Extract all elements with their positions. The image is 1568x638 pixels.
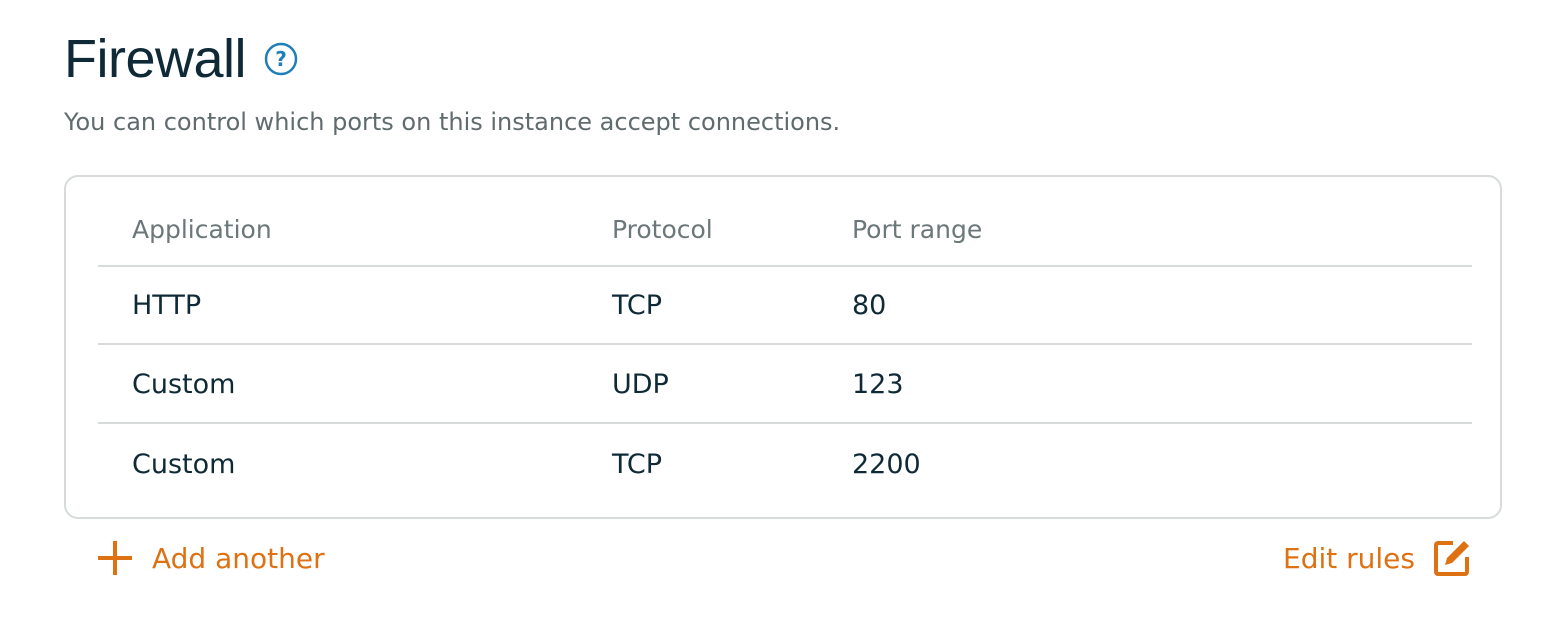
help-question-icon[interactable]: ?: [264, 42, 298, 76]
svg-text:?: ?: [275, 47, 287, 71]
edit-icon: [1433, 539, 1471, 577]
edit-rules-label: Edit rules: [1283, 541, 1415, 575]
add-another-label: Add another: [152, 541, 325, 575]
cell-application: HTTP: [132, 289, 202, 321]
cell-port-range: 80: [852, 289, 887, 321]
cell-protocol: TCP: [612, 289, 663, 321]
table-row: Custom TCP 2200: [98, 425, 1472, 503]
title-row: Firewall ?: [64, 24, 298, 94]
cell-port-range: 2200: [852, 448, 921, 480]
column-header-protocol: Protocol: [612, 214, 713, 244]
column-header-port-range: Port range: [852, 214, 983, 244]
table-row: HTTP TCP 80: [98, 267, 1472, 345]
column-header-application: Application: [132, 214, 272, 244]
table-header-row: Application Protocol Port range: [98, 193, 1472, 267]
page-title: Firewall: [64, 29, 247, 89]
cell-protocol: TCP: [612, 448, 663, 480]
cell-application: Custom: [132, 448, 236, 480]
firewall-rules-table: Application Protocol Port range HTTP TCP…: [64, 175, 1502, 519]
add-another-button[interactable]: Add another: [96, 536, 325, 580]
page-description: You can control which ports on this inst…: [64, 108, 841, 136]
cell-port-range: 123: [852, 368, 904, 400]
edit-rules-button[interactable]: Edit rules: [1283, 536, 1471, 580]
cell-protocol: UDP: [612, 368, 669, 400]
plus-icon: [96, 539, 134, 577]
cell-application: Custom: [132, 368, 236, 400]
table-row: Custom UDP 123: [98, 346, 1472, 424]
